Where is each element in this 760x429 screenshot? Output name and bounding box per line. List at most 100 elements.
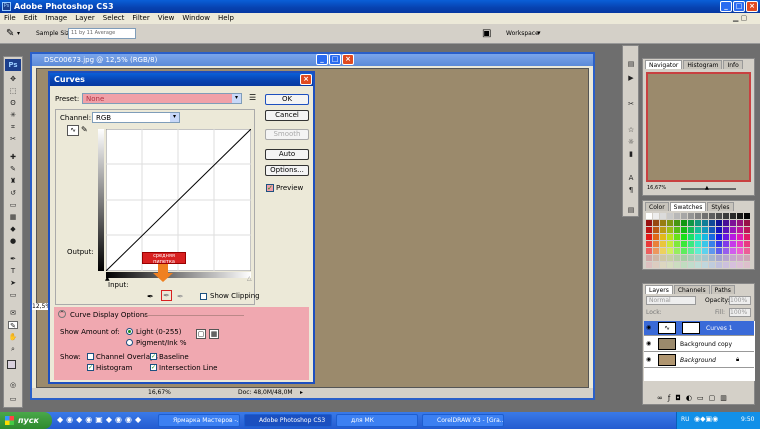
swatch-cell[interactable] <box>702 227 708 233</box>
visibility-eye-icon[interactable]: ◉ <box>646 324 651 331</box>
swatch-cell[interactable] <box>695 220 701 226</box>
swatch-cell[interactable] <box>653 255 659 261</box>
swatch-cell[interactable] <box>730 248 736 254</box>
dock-tool-presets-icon[interactable]: ✂ <box>626 100 636 108</box>
doc-maximize-button[interactable]: □ <box>329 54 341 65</box>
swatch-cell[interactable] <box>674 248 680 254</box>
curves-close-button[interactable]: × <box>300 74 312 85</box>
new-layer-icon[interactable]: ▢ <box>709 394 721 402</box>
swatch-cell[interactable] <box>667 213 673 219</box>
stamp-tool-icon[interactable]: ♜ <box>8 177 18 185</box>
swatch-cell[interactable] <box>744 241 750 247</box>
swatch-cell[interactable] <box>667 241 673 247</box>
menu-image[interactable]: Image <box>41 13 71 24</box>
tool-preset-arrow-icon[interactable]: ▾ <box>17 30 20 37</box>
display-options-toggle-icon[interactable]: ^ <box>58 310 66 318</box>
swatch-cell[interactable] <box>653 234 659 240</box>
swatch-cell[interactable] <box>723 220 729 226</box>
swatch-cell[interactable] <box>702 220 708 226</box>
menu-edit[interactable]: Edit <box>20 13 42 24</box>
swatch-cell[interactable] <box>744 255 750 261</box>
zoom-tool-icon[interactable]: ⌕ <box>8 345 18 353</box>
swatch-cell[interactable] <box>737 220 743 226</box>
swatch-cell[interactable] <box>681 234 687 240</box>
dock-info-icon[interactable]: ▮ <box>626 150 636 158</box>
swatch-cell[interactable] <box>709 227 715 233</box>
pen-tool-icon[interactable]: ✒ <box>8 255 18 263</box>
swatch-cell[interactable] <box>730 255 736 261</box>
swatch-grid[interactable] <box>646 213 751 268</box>
swatch-cell[interactable] <box>723 241 729 247</box>
navigator-preview[interactable] <box>646 72 751 182</box>
swatch-cell[interactable] <box>681 213 687 219</box>
task-coreldraw[interactable]: CorelDRAW X3 - [Gra... <box>422 414 504 427</box>
swatch-cell[interactable] <box>737 255 743 261</box>
swatch-cell[interactable] <box>709 262 715 268</box>
doc-minimize-button[interactable]: _ <box>316 54 328 65</box>
swatch-cell[interactable] <box>709 248 715 254</box>
preview-checkbox[interactable]: ✓ <box>266 184 274 192</box>
tab-navigator[interactable]: Navigator <box>645 60 683 69</box>
sample-size-select[interactable]: 11 by 11 Average <box>68 28 136 39</box>
fill-value[interactable]: 100% <box>729 308 751 317</box>
swatch-cell[interactable] <box>744 234 750 240</box>
close-button[interactable]: × <box>746 1 758 12</box>
swatch-cell[interactable] <box>660 220 666 226</box>
minimize-button[interactable]: _ <box>720 1 732 12</box>
layer-mask-thumb[interactable] <box>682 322 700 334</box>
swatch-cell[interactable] <box>723 234 729 240</box>
opacity-value[interactable]: 100% <box>729 296 751 305</box>
swatch-cell[interactable] <box>702 241 708 247</box>
zoom-level[interactable]: 16,67% <box>148 388 171 398</box>
swatch-cell[interactable] <box>723 213 729 219</box>
swatch-cell[interactable] <box>695 213 701 219</box>
new-adjustment-icon[interactable]: ◐ <box>686 394 697 402</box>
tab-paths[interactable]: Paths <box>710 285 735 294</box>
dock-character-icon[interactable]: A <box>626 174 636 182</box>
slice-tool-icon[interactable]: ✂ <box>8 135 18 143</box>
swatch-cell[interactable] <box>674 234 680 240</box>
type-tool-icon[interactable]: T <box>8 267 18 275</box>
screen-mode-icon[interactable]: ▭ <box>8 395 18 403</box>
tray-icons[interactable]: ◉◆▣◉ <box>694 415 718 423</box>
menu-help[interactable]: Help <box>214 13 238 24</box>
show-clipping-checkbox[interactable] <box>200 293 207 300</box>
workspace-button[interactable]: Workspace <box>506 30 539 37</box>
history-brush-tool-icon[interactable]: ↺ <box>8 189 18 197</box>
task-folder[interactable]: для МК <box>336 414 418 427</box>
white-eyedropper-icon[interactable]: ✒ <box>177 292 184 301</box>
hand-tool-icon[interactable]: ✋ <box>8 333 18 341</box>
swatch-cell[interactable] <box>730 227 736 233</box>
black-eyedropper-icon[interactable]: ✒ <box>147 292 154 301</box>
eyedropper-tool-icon[interactable]: ✎ <box>8 321 18 330</box>
swatch-cell[interactable] <box>695 248 701 254</box>
dodge-tool-icon[interactable]: ● <box>8 237 18 245</box>
swatch-cell[interactable] <box>709 234 715 240</box>
swatch-cell[interactable] <box>660 234 666 240</box>
swatch-cell[interactable] <box>674 255 680 261</box>
swatch-cell[interactable] <box>646 220 652 226</box>
swatch-cell[interactable] <box>744 213 750 219</box>
swatch-cell[interactable] <box>674 213 680 219</box>
swatch-cell[interactable] <box>688 220 694 226</box>
swatch-cell[interactable] <box>709 255 715 261</box>
swatch-cell[interactable] <box>674 227 680 233</box>
swatch-cell[interactable] <box>709 213 715 219</box>
swatch-cell[interactable] <box>737 213 743 219</box>
visibility-eye-icon[interactable]: ◉ <box>646 340 651 347</box>
swatch-cell[interactable] <box>723 248 729 254</box>
menu-view[interactable]: View <box>154 13 179 24</box>
preset-select[interactable]: None ▾ <box>82 93 242 104</box>
swatch-cell[interactable] <box>730 262 736 268</box>
swatch-cell[interactable] <box>646 234 652 240</box>
swatch-cell[interactable] <box>716 255 722 261</box>
swatch-cell[interactable] <box>688 262 694 268</box>
auto-button[interactable]: Auto <box>265 149 309 160</box>
brush-tool-icon[interactable]: ✎ <box>8 165 18 173</box>
swatch-cell[interactable] <box>681 262 687 268</box>
swatch-cell[interactable] <box>667 227 673 233</box>
marquee-tool-icon[interactable]: ⬚ <box>8 87 18 95</box>
swatch-cell[interactable] <box>646 255 652 261</box>
swatch-cell[interactable] <box>730 234 736 240</box>
swatch-cell[interactable] <box>716 241 722 247</box>
